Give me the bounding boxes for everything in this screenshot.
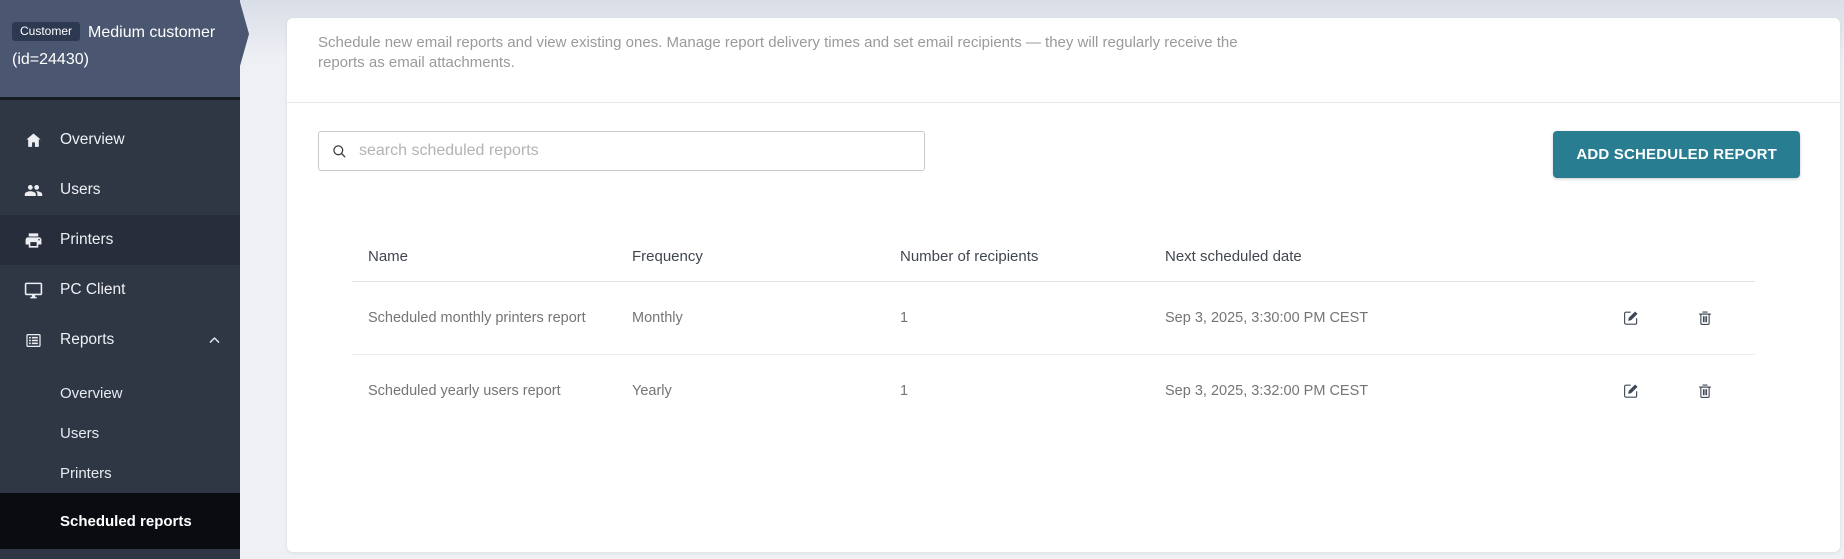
submenu-item-printers[interactable]: Printers xyxy=(0,453,240,493)
submenu-item-scheduled-reports[interactable]: Scheduled reports xyxy=(0,493,240,549)
main-area: Schedule new email reports and view exis… xyxy=(240,0,1844,559)
sidebar-item-label: Overview xyxy=(60,131,222,149)
column-frequency: Frequency xyxy=(632,248,900,265)
sidebar-item-users[interactable]: Users xyxy=(0,165,240,215)
trash-icon[interactable] xyxy=(1696,309,1714,327)
printer-icon xyxy=(24,231,43,250)
row-actions xyxy=(1495,382,1755,400)
table-row: Scheduled yearly users report Yearly 1 S… xyxy=(352,354,1755,426)
sidebar-item-label: Users xyxy=(60,181,222,199)
reports-submenu: Overview Users Printers Scheduled report… xyxy=(0,373,240,549)
users-icon xyxy=(24,181,43,200)
column-next-date: Next scheduled date xyxy=(1165,248,1495,265)
sidebar-item-printers[interactable]: Printers xyxy=(0,215,240,265)
submenu-item-label: Users xyxy=(60,425,99,442)
cell-name: Scheduled monthly printers report xyxy=(352,310,632,326)
sidebar-item-pc-client[interactable]: PC Client xyxy=(0,265,240,315)
submenu-item-overview[interactable]: Overview xyxy=(0,373,240,413)
reports-icon xyxy=(24,331,43,350)
toolbar: ADD SCHEDULED REPORT xyxy=(287,103,1840,178)
cell-recipients: 1 xyxy=(900,310,1165,326)
page-description: Schedule new email reports and view exis… xyxy=(287,18,1277,73)
content-card: Schedule new email reports and view exis… xyxy=(287,18,1840,552)
cell-name: Scheduled yearly users report xyxy=(352,383,632,399)
cell-frequency: Yearly xyxy=(632,383,900,399)
trash-icon[interactable] xyxy=(1696,382,1714,400)
table-row: Scheduled monthly printers report Monthl… xyxy=(352,282,1755,354)
submenu-item-label: Scheduled reports xyxy=(60,513,192,530)
customer-type-badge: Customer xyxy=(12,22,80,41)
row-actions xyxy=(1495,309,1755,327)
submenu-item-label: Overview xyxy=(60,385,123,402)
home-icon xyxy=(24,131,43,150)
monitor-icon xyxy=(24,281,43,300)
submenu-item-label: Printers xyxy=(60,465,112,482)
cell-next-date: Sep 3, 2025, 3:32:00 PM CEST xyxy=(1165,383,1495,399)
edit-icon[interactable] xyxy=(1622,382,1640,400)
table-header-row: Name Frequency Number of recipients Next… xyxy=(352,231,1755,282)
submenu-item-users[interactable]: Users xyxy=(0,413,240,453)
sidebar-item-label: Reports xyxy=(60,331,207,349)
edit-icon[interactable] xyxy=(1622,309,1640,327)
scheduled-reports-table: Name Frequency Number of recipients Next… xyxy=(352,231,1755,426)
customer-header: CustomerMedium customer (id=24430) xyxy=(0,0,240,100)
sidebar-item-label: Printers xyxy=(60,231,222,249)
sidebar-item-overview[interactable]: Overview xyxy=(0,115,240,165)
add-scheduled-report-button[interactable]: ADD SCHEDULED REPORT xyxy=(1553,131,1800,178)
search-box[interactable] xyxy=(318,131,925,171)
column-name: Name xyxy=(352,248,632,265)
sidebar-nav: Overview Users Printers PC Client xyxy=(0,100,240,549)
search-input[interactable] xyxy=(357,141,912,161)
search-icon xyxy=(331,143,348,160)
column-recipients: Number of recipients xyxy=(900,248,1165,265)
cell-next-date: Sep 3, 2025, 3:30:00 PM CEST xyxy=(1165,310,1495,326)
sidebar-item-label: PC Client xyxy=(60,281,222,299)
sidebar: CustomerMedium customer (id=24430) Overv… xyxy=(0,0,240,559)
cell-recipients: 1 xyxy=(900,383,1165,399)
chevron-up-icon xyxy=(207,333,222,348)
cell-frequency: Monthly xyxy=(632,310,900,326)
sidebar-item-reports[interactable]: Reports xyxy=(0,315,240,365)
